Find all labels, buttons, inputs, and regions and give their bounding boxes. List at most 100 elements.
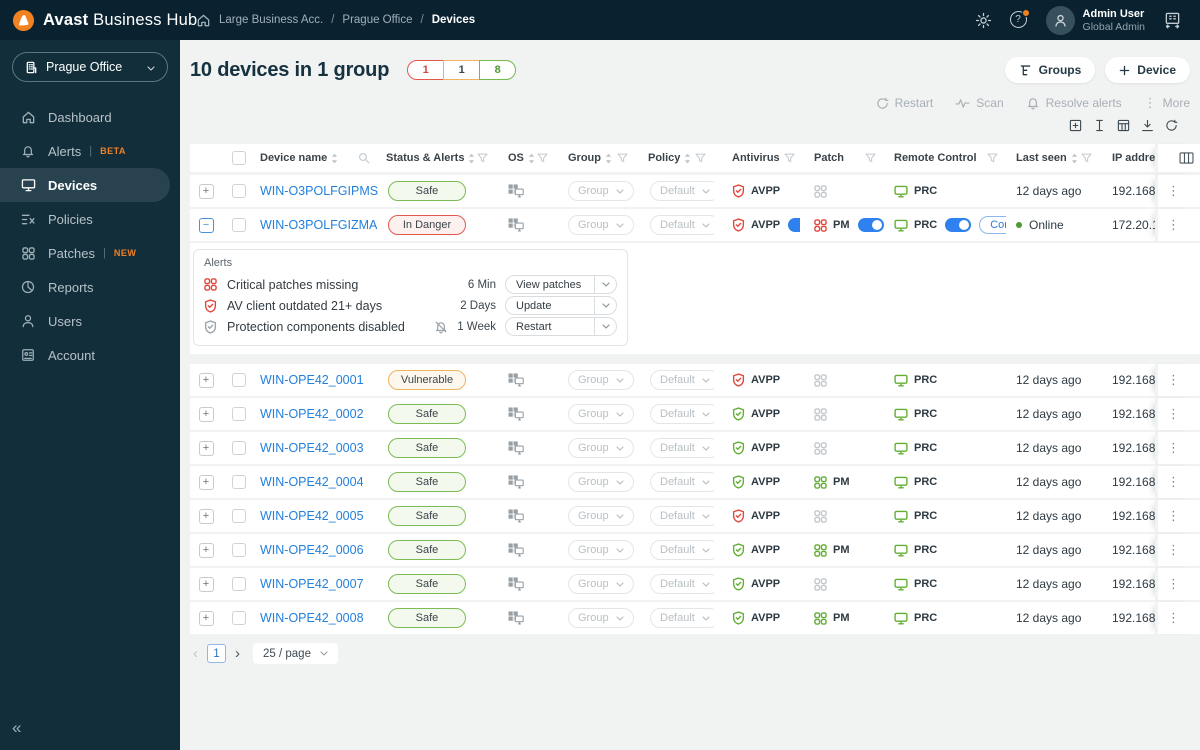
group-select[interactable]: Group xyxy=(568,404,634,424)
expand-row-button[interactable]: + xyxy=(198,440,214,456)
sort-icon[interactable] xyxy=(1071,153,1078,164)
expand-row-button[interactable]: + xyxy=(198,474,214,490)
funnel-icon[interactable] xyxy=(865,153,876,163)
sort-icon[interactable] xyxy=(331,153,338,164)
add-column-icon[interactable] xyxy=(1069,119,1082,135)
device-name-link[interactable]: WIN-O3POLFGIZMA xyxy=(260,218,377,232)
funnel-icon[interactable] xyxy=(477,153,488,163)
groups-button[interactable]: Groups xyxy=(1004,57,1096,83)
header-cell[interactable]: OS xyxy=(496,144,556,172)
group-select[interactable]: Group xyxy=(568,438,634,458)
header-cell[interactable]: Device name xyxy=(256,144,378,172)
expand-row-button[interactable]: + xyxy=(198,508,214,524)
policy-select[interactable]: Default xyxy=(650,215,714,235)
device-name-link[interactable]: WIN-OPE42_0002 xyxy=(260,407,364,421)
header-cell[interactable]: Remote Control xyxy=(884,144,1006,172)
header-cell[interactable]: Antivirus xyxy=(714,144,800,172)
alert-action-button[interactable]: Restart xyxy=(505,317,617,336)
device-name-link[interactable]: WIN-OPE42_0001 xyxy=(260,373,364,387)
group-select[interactable]: Group xyxy=(568,215,634,235)
funnel-icon[interactable] xyxy=(537,153,548,163)
row-menu-button[interactable]: ⋮ xyxy=(1158,184,1180,197)
device-name-link[interactable]: WIN-OPE42_0003 xyxy=(260,441,364,455)
expand-row-button[interactable]: − xyxy=(198,217,214,233)
row-menu-button[interactable]: ⋮ xyxy=(1158,577,1180,590)
restart-action[interactable]: Restart xyxy=(876,94,933,112)
device-name-link[interactable]: WIN-OPE42_0005 xyxy=(260,509,364,523)
group-select[interactable]: Group xyxy=(568,608,634,628)
policy-select[interactable]: Default xyxy=(650,404,714,424)
policy-select[interactable]: Default xyxy=(650,438,714,458)
antivirus-toggle[interactable] xyxy=(788,218,800,232)
sort-icon[interactable] xyxy=(528,153,535,164)
connect-button[interactable]: Connect xyxy=(979,216,1006,234)
device-name-link[interactable]: WIN-OPE42_0004 xyxy=(260,475,364,489)
funnel-icon[interactable] xyxy=(1081,153,1092,163)
more-action[interactable]: ⋮ More xyxy=(1144,94,1190,112)
expand-row-button[interactable]: + xyxy=(198,406,214,422)
sort-icon[interactable] xyxy=(468,153,475,164)
sort-icon[interactable] xyxy=(605,153,612,164)
sidebar-item-reports[interactable]: Reports | xyxy=(0,270,170,304)
row-checkbox[interactable] xyxy=(232,407,246,421)
remote-control-toggle[interactable] xyxy=(945,218,972,232)
policy-select[interactable]: Default xyxy=(650,574,714,594)
company-switch-icon[interactable] xyxy=(1163,12,1182,29)
group-select[interactable]: Group xyxy=(568,181,634,201)
row-menu-button[interactable]: ⋮ xyxy=(1158,441,1180,454)
home-icon[interactable] xyxy=(196,13,211,28)
sidebar-item-users[interactable]: Users | xyxy=(0,304,170,338)
policy-select[interactable]: Default xyxy=(650,181,714,201)
policy-select[interactable]: Default xyxy=(650,608,714,628)
prev-page-button[interactable]: ‹ xyxy=(193,645,198,662)
header-cell[interactable]: Patch xyxy=(800,144,884,172)
sidebar-item-dashboard[interactable]: Dashboard | xyxy=(0,100,170,134)
funnel-icon[interactable] xyxy=(987,153,998,163)
patch-toggle[interactable] xyxy=(857,218,884,232)
help-button[interactable]: ? xyxy=(1009,9,1030,29)
header-cell[interactable]: Status & Alerts xyxy=(378,144,496,172)
breadcrumb-item[interactable]: Devices xyxy=(432,14,475,26)
header-cell[interactable]: IP address xyxy=(1100,144,1155,172)
funnel-icon[interactable] xyxy=(695,153,706,163)
row-checkbox[interactable] xyxy=(232,577,246,591)
gear-icon[interactable] xyxy=(975,12,992,29)
device-button[interactable]: Device xyxy=(1105,57,1190,83)
header-cell[interactable]: Policy xyxy=(636,144,714,172)
sidebar-item-alerts[interactable]: Alerts | BETA xyxy=(0,134,170,168)
group-select[interactable]: Group xyxy=(568,370,634,390)
alert-action-button[interactable]: View patches xyxy=(505,275,617,294)
row-menu-button[interactable]: ⋮ xyxy=(1158,475,1180,488)
funnel-icon[interactable] xyxy=(617,153,628,163)
group-select[interactable]: Group xyxy=(568,506,634,526)
funnel-icon[interactable] xyxy=(784,153,795,163)
row-checkbox[interactable] xyxy=(232,475,246,489)
breadcrumb-item[interactable]: Prague Office xyxy=(342,14,412,26)
org-selector[interactable]: Prague Office xyxy=(12,52,168,82)
page-size-select[interactable]: 25 / page xyxy=(253,643,338,664)
sort-icon[interactable] xyxy=(684,153,691,164)
row-checkbox[interactable] xyxy=(232,184,246,198)
row-menu-button[interactable]: ⋮ xyxy=(1158,373,1180,386)
table-icon[interactable] xyxy=(1117,119,1130,135)
expand-row-button[interactable]: + xyxy=(198,372,214,388)
refresh-icon[interactable] xyxy=(1165,119,1178,135)
breadcrumb-item[interactable]: Large Business Acc. xyxy=(219,14,323,26)
row-checkbox[interactable] xyxy=(232,509,246,523)
row-checkbox[interactable] xyxy=(232,611,246,625)
sidebar-item-policies[interactable]: Policies | xyxy=(0,202,170,236)
resolve-alerts-action[interactable]: Resolve alerts xyxy=(1026,94,1122,112)
column-settings-icon[interactable] xyxy=(1179,152,1200,164)
current-page[interactable]: 1 xyxy=(207,644,226,663)
scan-action[interactable]: Scan xyxy=(955,94,1004,112)
row-checkbox[interactable] xyxy=(232,373,246,387)
sidebar-item-patches[interactable]: Patches | NEW xyxy=(0,236,170,270)
policy-select[interactable]: Default xyxy=(650,472,714,492)
row-checkbox[interactable] xyxy=(232,218,246,232)
row-menu-button[interactable]: ⋮ xyxy=(1158,218,1180,231)
group-select[interactable]: Group xyxy=(568,540,634,560)
policy-select[interactable]: Default xyxy=(650,506,714,526)
user-menu[interactable]: Admin User Global Admin xyxy=(1045,5,1145,35)
header-cell[interactable]: Group xyxy=(556,144,636,172)
search-icon[interactable] xyxy=(358,152,370,164)
